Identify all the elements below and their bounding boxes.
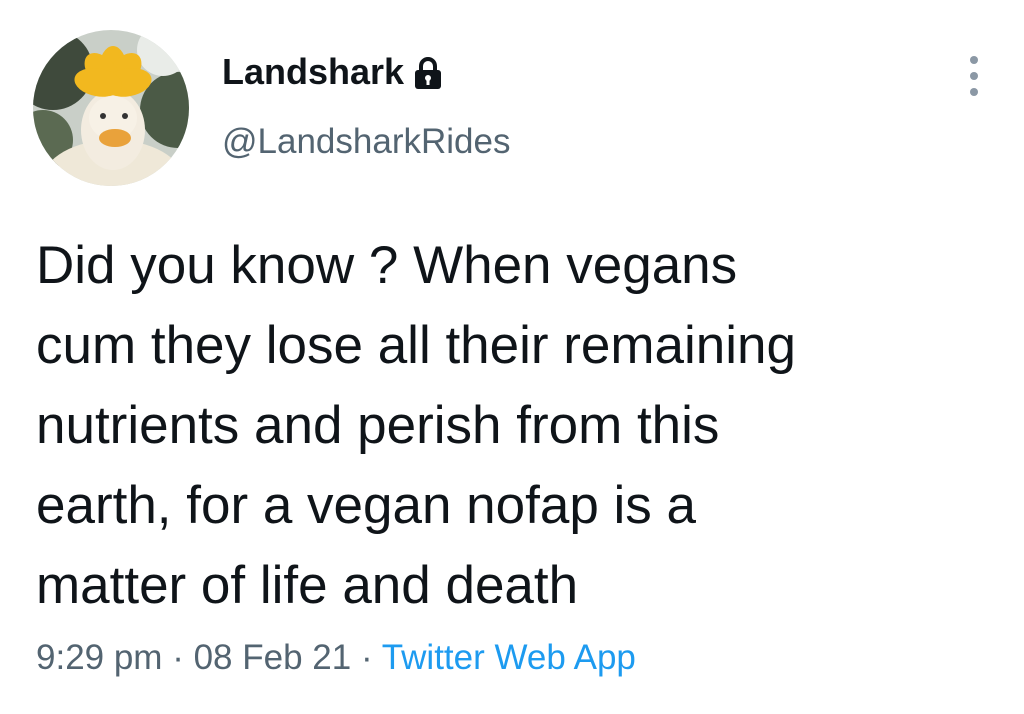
more-dot: [970, 88, 978, 96]
author-name-row[interactable]: Landshark: [222, 50, 442, 94]
more-vertical-icon[interactable]: [962, 52, 986, 100]
more-dot: [970, 56, 978, 64]
tweet-time[interactable]: 9:29 pm: [36, 638, 162, 677]
tweet-meta: 9:29 pm · 08 Feb 21 · Twitter Web App: [36, 636, 636, 680]
meta-separator: ·: [360, 638, 373, 677]
meta-separator: ·: [172, 638, 184, 677]
tweet-text-line: nutrients and perish from this: [36, 396, 720, 455]
tweet-text-line: matter of life and death: [36, 556, 579, 615]
author-handle[interactable]: @LandsharkRides: [222, 124, 510, 159]
tweet-date[interactable]: 08 Feb 21: [194, 638, 352, 677]
more-dot: [970, 72, 978, 80]
tweet-text: Did you know ? When vegans cum they lose…: [36, 226, 976, 626]
tweet-text-line: Did you know ? When vegans: [36, 236, 738, 295]
author-display-name[interactable]: Landshark: [222, 54, 404, 90]
tweet-text-line: cum they lose all their remaining: [36, 316, 797, 375]
lock-icon: [414, 56, 442, 90]
tweet-source-link[interactable]: Twitter Web App: [382, 638, 636, 677]
duck-with-sunflower-avatar-icon: [33, 30, 189, 186]
tweet-text-line: earth, for a vegan nofap is a: [36, 476, 696, 535]
avatar[interactable]: [33, 30, 189, 186]
